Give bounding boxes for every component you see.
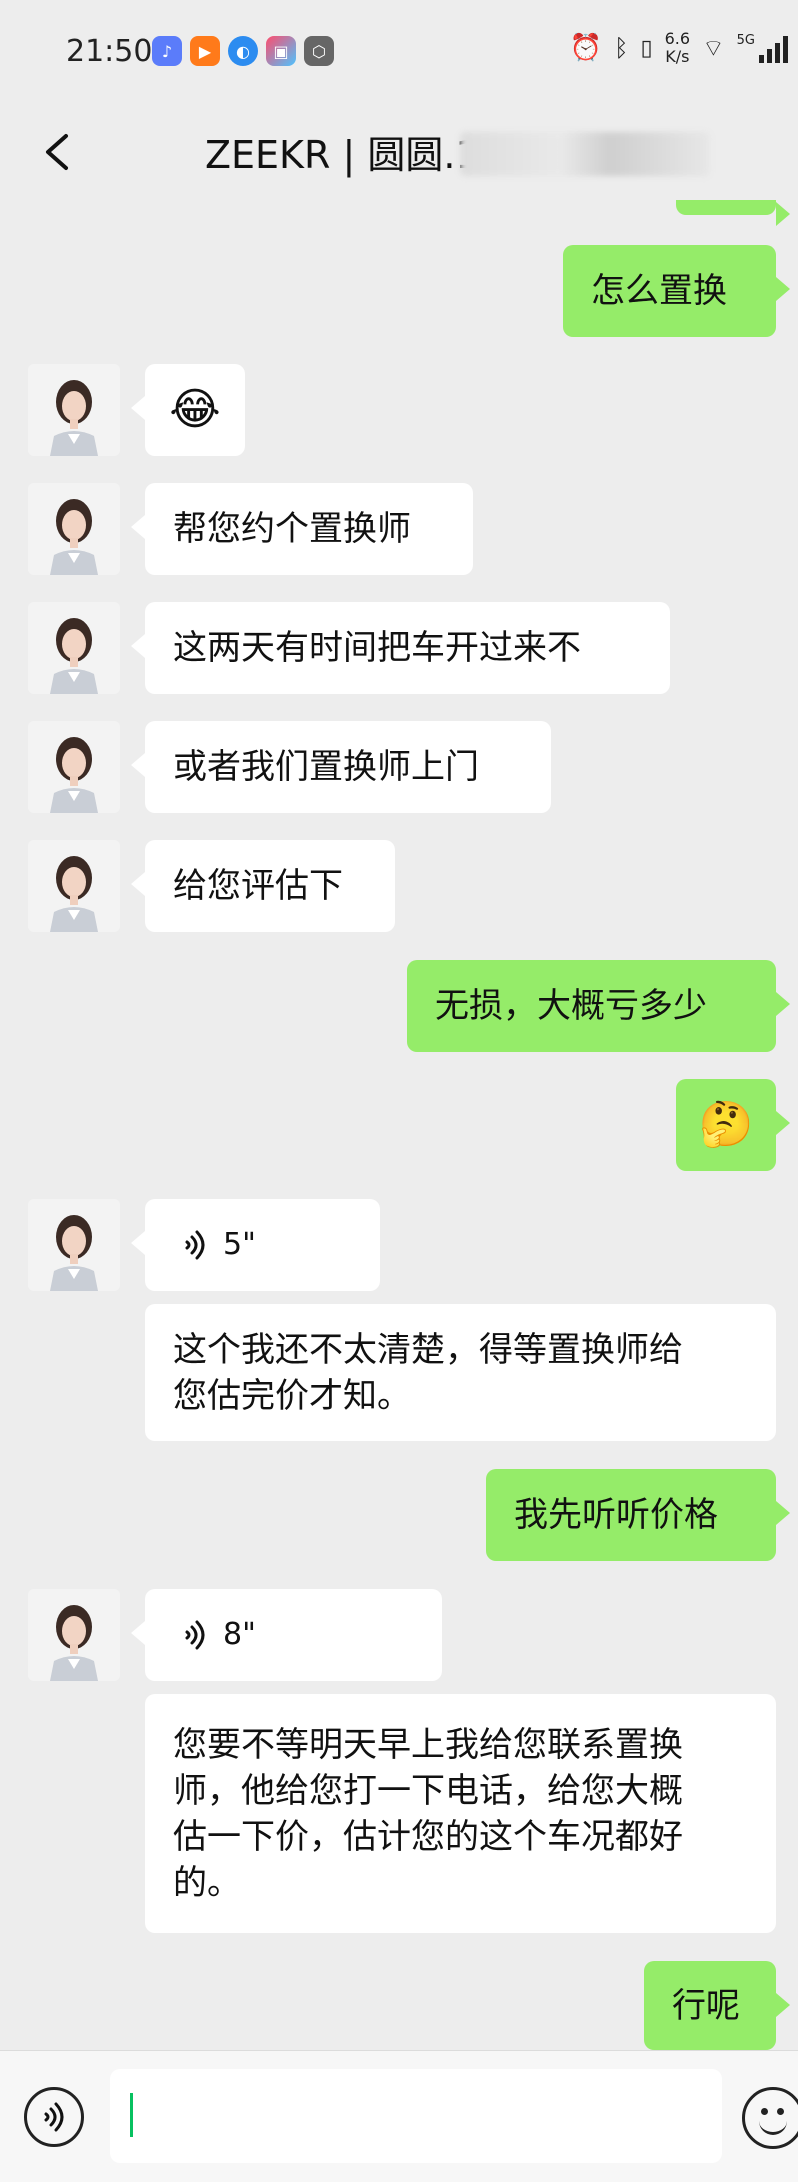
shield-app-icon: ⬡ [304,36,334,66]
message-list[interactable]: 怎么置换 😂 帮您约个置换师 这两天有时间把车开过来不 或者我们置换师上门 给您… [0,200,798,2050]
message-text: 帮您约个置换师 [173,509,411,549]
network-type: 5G [736,33,755,48]
message-text: 怎么置换 [591,271,727,311]
sent-emoji-message[interactable]: 🤔 [676,1079,790,1171]
voice-wave-icon [185,1230,205,1260]
received-message[interactable]: 给您评估下 [131,840,395,932]
received-message[interactable]: 帮您约个置换师 [131,483,473,575]
signal-bars-icon [759,33,788,63]
message-input[interactable] [110,2069,722,2163]
voice-message[interactable]: 8" [131,1589,442,1681]
voice-message[interactable]: 5" [131,1199,380,1291]
avatar[interactable] [28,1589,120,1681]
alarm-icon: ⏰ [569,33,603,63]
sent-message[interactable]: 无损，大概亏多少 [407,960,790,1052]
wifi-icon: ⌔ [702,34,725,62]
partial-sent-bubble [676,200,790,226]
status-app-icons: ♪ ▶ ◐ ▣ ⬡ [152,36,334,66]
bluetooth-icon: ᛒ [614,34,629,62]
thinking-emoji: 🤔 [698,1099,754,1150]
chat-header: ZEEKR | 圆圆.1 [0,110,798,200]
voice-wave-icon [185,1620,205,1650]
transcript-line: 的。 [173,1862,241,1903]
transcript-line: 估一下价，估计您的这个车况都好 [173,1816,683,1857]
laughing-emoji: 😂 [169,384,221,435]
net-speed-unit: K/s [665,47,690,66]
sent-message[interactable]: 怎么置换 [563,245,790,337]
text-caret [130,2093,133,2137]
avatar[interactable] [28,483,120,575]
transcript-line: 您要不等明天早上我给您联系置换 [173,1724,683,1765]
chat-title: ZEEKR | 圆圆.1 [205,133,480,177]
transcript-line: 您估完价才知。 [173,1375,411,1416]
sent-message[interactable]: 我先听听价格 [486,1469,790,1561]
message-text: 这两天有时间把车开过来不 [173,628,581,668]
emoji-face-mouth [759,2118,787,2135]
voice-transcript[interactable]: 您要不等明天早上我给您联系置换 师，他给您打一下电话，给您大概 估一下价，估计您… [145,1694,776,1933]
status-bar: 21:50 ♪ ▶ ◐ ▣ ⬡ ⏰ ᛒ ▯ 6.6 K/s ⌔ 5G [0,0,798,110]
message-text: 给您评估下 [173,866,343,906]
transcript-line: 师，他给您打一下电话，给您大概 [173,1770,683,1811]
avatar[interactable] [28,364,120,456]
status-time: 21:50 [66,34,153,69]
redacted-title-part [460,132,710,176]
received-emoji-message[interactable]: 😂 [131,364,245,456]
received-message[interactable]: 这两天有时间把车开过来不 [131,602,670,694]
sent-message[interactable]: 行呢 [644,1961,790,2050]
video-app-icon: ▶ [190,36,220,66]
cell-signal: 5G [737,33,788,63]
status-indicators: ⏰ ᛒ ▯ 6.6 K/s ⌔ 5G [570,30,788,66]
gallery-app-icon: ▣ [266,36,296,66]
message-text: 我先听听价格 [514,1495,718,1535]
input-bar [0,2050,798,2182]
emoji-face-eye [777,2108,784,2115]
message-text: 或者我们置换师上门 [173,747,479,787]
emoji-face-icon [761,2108,768,2115]
browser-app-icon: ◐ [228,36,258,66]
received-message[interactable]: 或者我们置换师上门 [131,721,551,813]
vibrate-icon: ▯ [640,35,653,61]
voice-duration: 5" [223,1227,256,1262]
net-speed-value: 6.6 [664,29,691,48]
avatar[interactable] [28,1199,120,1291]
message-text: 行呢 [672,1985,740,2026]
message-text: 无损，大概亏多少 [435,986,707,1026]
voice-duration: 8" [223,1617,256,1652]
voice-mode-icon [44,2102,64,2132]
music-app-icon: ♪ [152,36,182,66]
avatar[interactable] [28,721,120,813]
chevron-left-icon [46,134,68,170]
net-speed: 6.6 K/s [665,30,690,66]
transcript-line: 这个我还不太清楚，得等置换师给 [173,1329,683,1370]
avatar[interactable] [28,840,120,932]
voice-mode-button[interactable] [24,2087,84,2147]
voice-transcript[interactable]: 这个我还不太清楚，得等置换师给 您估完价才知。 [145,1304,776,1441]
avatar[interactable] [28,602,120,694]
back-button[interactable] [30,122,90,182]
emoji-button[interactable] [742,2087,798,2149]
